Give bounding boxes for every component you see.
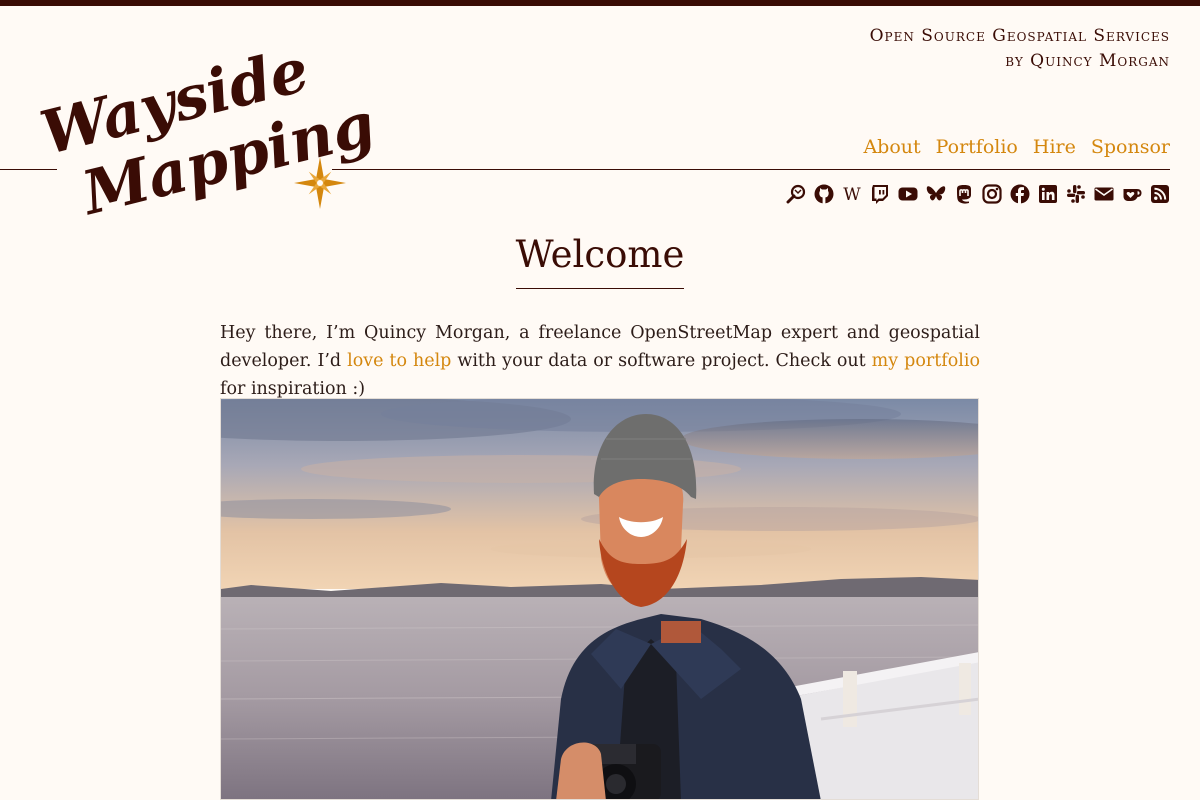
nav-about-link[interactable]: About bbox=[863, 136, 920, 158]
portfolio-inline-link[interactable]: my portfolio bbox=[872, 351, 980, 371]
kofi-icon bbox=[1123, 189, 1142, 201]
tagline-line-2: by Quincy Morgan bbox=[1005, 51, 1170, 71]
top-accent-bar bbox=[0, 0, 1200, 6]
wikipedia-link[interactable]: W bbox=[842, 184, 862, 204]
email-icon bbox=[1094, 187, 1114, 201]
compass-star-icon bbox=[294, 157, 346, 209]
site-tagline: Open Source Geospatial Services by Quinc… bbox=[870, 24, 1170, 74]
page-title: Welcome bbox=[515, 232, 685, 289]
youtube-icon bbox=[898, 187, 918, 201]
rss-link[interactable] bbox=[1150, 184, 1170, 204]
mastodon-link[interactable] bbox=[954, 184, 974, 204]
intro-paragraph: Hey there, I’m Quincy Morgan, a freelanc… bbox=[220, 319, 980, 403]
openstreetmap-link[interactable] bbox=[786, 184, 806, 204]
hire-inline-link[interactable]: love to help bbox=[347, 351, 451, 371]
facebook-link[interactable] bbox=[1010, 184, 1030, 204]
wikipedia-icon: W bbox=[843, 185, 861, 204]
github-link[interactable] bbox=[814, 184, 834, 204]
email-link[interactable] bbox=[1094, 184, 1114, 204]
bluesky-link[interactable] bbox=[926, 184, 946, 204]
header-divider-left bbox=[0, 169, 57, 170]
intro-text-2: with your data or software project. Chec… bbox=[451, 351, 872, 371]
twitch-icon bbox=[872, 185, 888, 204]
youtube-link[interactable] bbox=[898, 184, 918, 204]
linkedin-link[interactable] bbox=[1038, 184, 1058, 204]
main-nav: About Portfolio Hire Sponsor bbox=[863, 136, 1170, 158]
slack-link[interactable] bbox=[1066, 184, 1086, 204]
welcome-section: Welcome bbox=[0, 232, 1200, 289]
instagram-link[interactable] bbox=[982, 184, 1002, 204]
instagram-icon bbox=[982, 184, 1002, 204]
mastodon-icon bbox=[957, 185, 971, 204]
intro-text-3: for inspiration :) bbox=[220, 379, 366, 399]
github-icon bbox=[814, 184, 834, 204]
kofi-link[interactable] bbox=[1122, 184, 1142, 204]
twitch-link[interactable] bbox=[870, 184, 890, 204]
bluesky-icon bbox=[926, 186, 946, 201]
sunset-boat-portrait bbox=[221, 399, 978, 799]
social-links: W bbox=[786, 184, 1170, 204]
linkedin-icon bbox=[1039, 185, 1057, 203]
facebook-icon bbox=[1010, 184, 1030, 204]
site-logo[interactable]: Wayside Mapping bbox=[28, 14, 381, 229]
nav-sponsor-link[interactable]: Sponsor bbox=[1091, 136, 1170, 158]
tagline-line-1: Open Source Geospatial Services bbox=[869, 26, 1170, 46]
nav-hire-link[interactable]: Hire bbox=[1033, 136, 1076, 158]
rss-icon bbox=[1151, 185, 1169, 203]
hero-photo bbox=[220, 398, 979, 800]
nav-portfolio-link[interactable]: Portfolio bbox=[936, 136, 1018, 158]
header-divider-right bbox=[332, 169, 1170, 170]
wikipedia-glyph: W bbox=[843, 185, 861, 204]
openstreetmap-icon bbox=[786, 184, 806, 204]
slack-icon bbox=[1067, 185, 1085, 203]
